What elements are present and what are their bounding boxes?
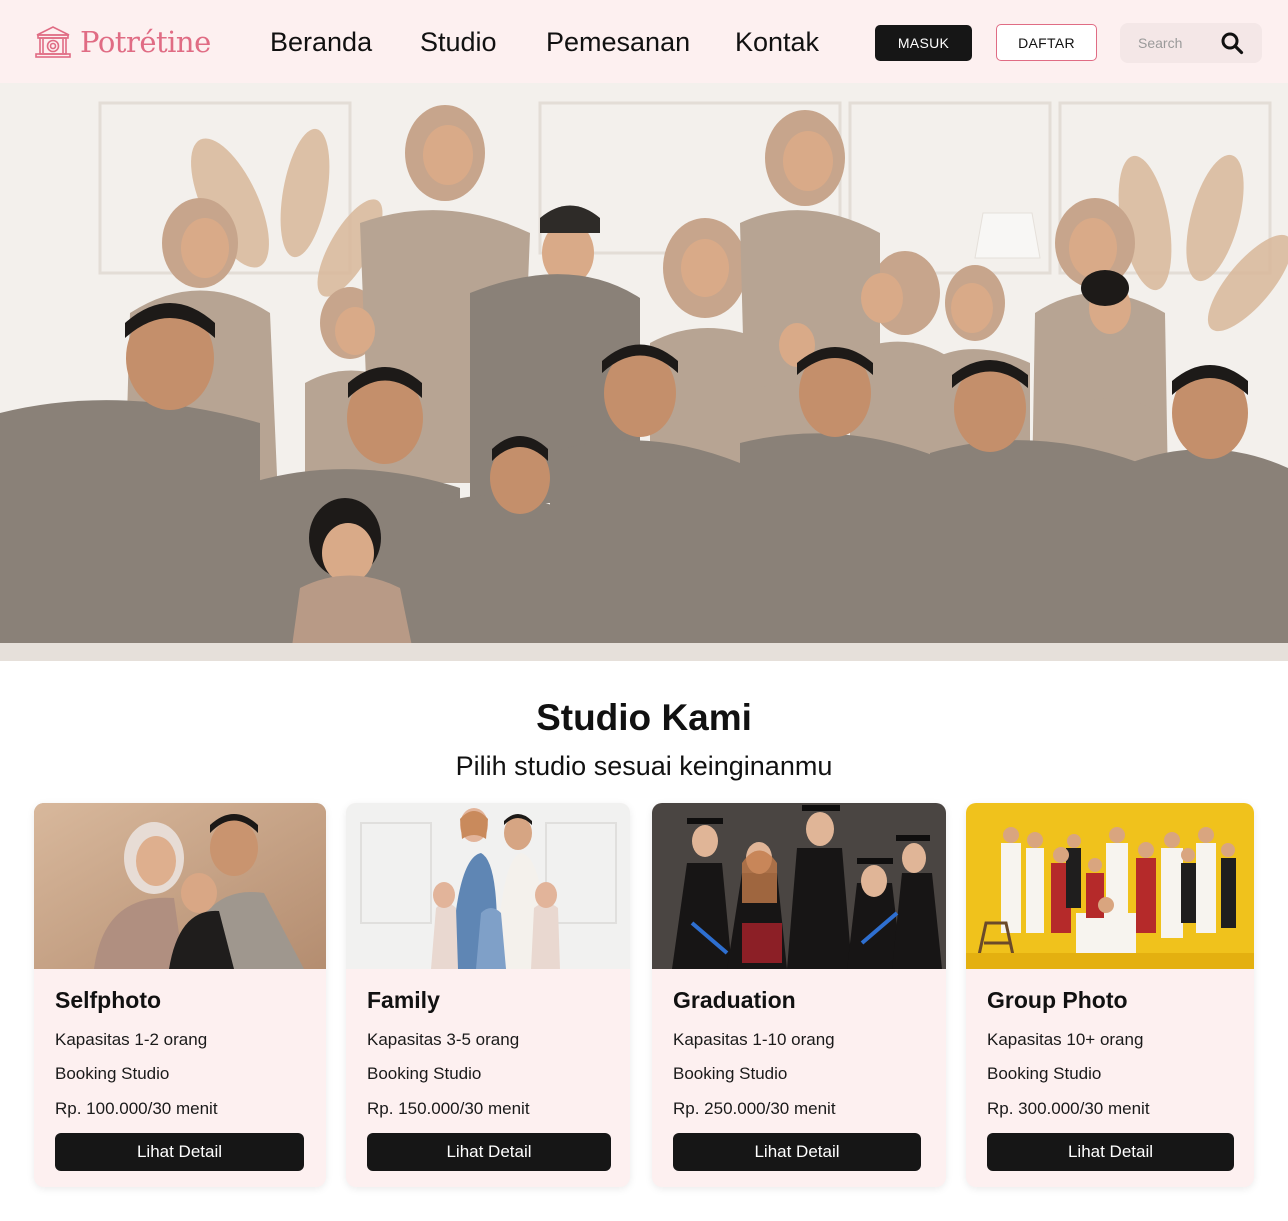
card-title: Selfphoto [55,987,162,1013]
nav-link-pemesanan[interactable]: Pemesanan [546,24,690,60]
section-subtitle: Pilih studio sesuai keinginanmu [455,751,833,781]
lihat-detail-button[interactable]: Lihat Detail [55,1133,304,1171]
masuk-button[interactable]: MASUK [875,25,972,61]
lihat-detail-button[interactable]: Lihat Detail [367,1133,611,1171]
top-navbar: Potrétine Beranda Studio Pemesanan Konta… [0,0,1288,83]
card-booking: Booking Studio [367,1064,482,1083]
card-price: Rp. 150.000/30 menit [367,1099,530,1118]
card-booking: Booking Studio [55,1064,170,1083]
card-title: Graduation [673,987,796,1013]
search-box [1120,23,1262,63]
search-input[interactable] [1138,32,1218,54]
card-image [34,803,326,969]
nav-link-beranda[interactable]: Beranda [270,24,372,60]
temple-building-icon [35,26,71,58]
card-image [346,803,630,969]
card-capacity: Kapasitas 3-5 orang [367,1030,520,1049]
card-image [652,803,946,969]
large-group-photo [966,803,1254,969]
family-photo [346,803,630,969]
brand-name: Potrétine [80,25,211,59]
lihat-detail-button[interactable]: Lihat Detail [987,1133,1234,1171]
card-capacity: Kapasitas 10+ orang [987,1030,1144,1049]
card-image [966,803,1254,969]
card-title: Family [367,987,440,1013]
card-price: Rp. 250.000/30 menit [673,1099,836,1118]
card-booking: Booking Studio [673,1064,788,1083]
brand-logo[interactable]: Potrétine [34,22,211,62]
card-price: Rp. 300.000/30 menit [987,1099,1150,1118]
hero-family-portrait [0,83,1288,661]
lihat-detail-button[interactable]: Lihat Detail [673,1133,921,1171]
family-group-portrait-photo [0,83,1288,661]
graduation-group-photo [652,803,946,969]
card-capacity: Kapasitas 1-2 orang [55,1030,208,1049]
nav-link-studio[interactable]: Studio [420,24,497,60]
couple-with-baby-photo [34,803,326,969]
card-price: Rp. 100.000/30 menit [55,1099,218,1118]
studio-card-graduation: Graduation Kapasitas 1-10 orang Booking … [652,803,946,1187]
card-booking: Booking Studio [987,1064,1102,1083]
studio-card-selfphoto: Selfphoto Kapasitas 1-2 orang Booking St… [34,803,326,1187]
nav-link-kontak[interactable]: Kontak [735,24,819,60]
card-capacity: Kapasitas 1-10 orang [673,1030,835,1049]
card-title: Group Photo [987,987,1128,1013]
section-title: Studio Kami [536,697,752,738]
search-icon[interactable] [1220,31,1244,55]
studio-card-family: Family Kapasitas 3-5 orang Booking Studi… [346,803,630,1187]
daftar-button[interactable]: DAFTAR [996,24,1097,61]
studio-card-group-photo: Group Photo Kapasitas 10+ orang Booking … [966,803,1254,1187]
